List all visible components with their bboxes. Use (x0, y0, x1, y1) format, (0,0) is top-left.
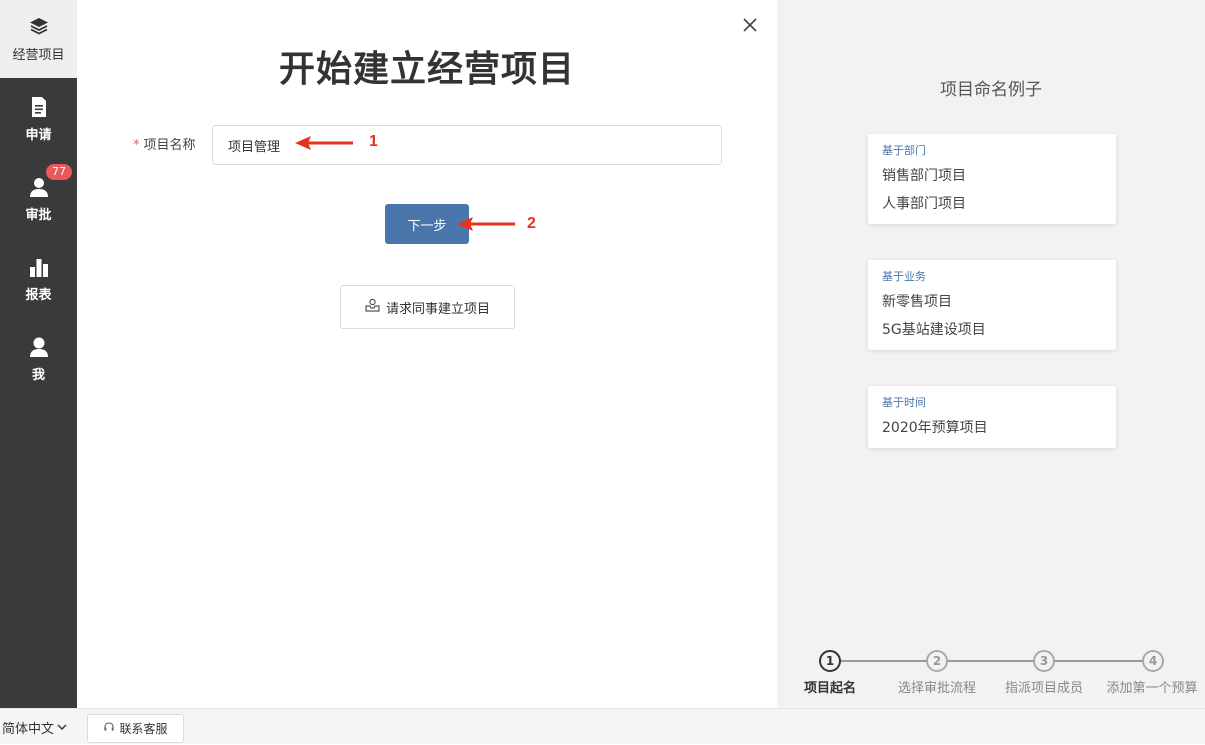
request-colleague-button[interactable]: 请求同事建立项目 (340, 285, 515, 329)
person-icon (0, 336, 77, 358)
examples-title: 项目命名例子 (940, 80, 1042, 100)
annotation-label-1: 1 (369, 133, 378, 150)
contact-support-label: 联系客服 (119, 722, 168, 736)
project-name-label-text: 项目名称 (143, 138, 196, 153)
request-colleague-label: 请求同事建立项目 (385, 301, 490, 317)
sidebar-item-label: 申请 (25, 128, 52, 143)
sidebar-item-approve[interactable]: 77 审批 (0, 164, 77, 242)
progress-steps: 1 2 3 4 项目起名 选择审批流程 指派项目成员 添加第一个预算 (777, 648, 1205, 698)
example-category: 基于业务 (882, 270, 926, 283)
required-mark: * (133, 138, 140, 153)
example-item: 5G基站建设项目 (882, 322, 986, 338)
example-item: 新零售项目 (882, 294, 952, 310)
example-item: 销售部门项目 (882, 168, 966, 184)
example-card-department: 基于部门 销售部门项目 人事部门项目 (868, 134, 1116, 224)
step-2-label: 选择审批流程 (897, 681, 976, 696)
example-category: 基于时间 (882, 396, 926, 409)
layers-icon (0, 16, 77, 36)
page-title: 开始建立经营项目 (278, 49, 575, 90)
step-3-circle: 3 (1033, 650, 1055, 672)
sidebar-item-label: 经营项目 (12, 48, 65, 63)
chevron-down-icon (57, 720, 67, 735)
annotation-arrow-2-icon (457, 217, 515, 231)
sidebar-item-label: 审批 (25, 208, 52, 223)
example-card-time: 基于时间 2020年预算项目 (868, 386, 1116, 448)
language-label: 简体中文 (2, 721, 55, 737)
example-card-business: 基于业务 新零售项目 5G基站建设项目 (868, 260, 1116, 350)
step-4-circle: 4 (1142, 650, 1164, 672)
sidebar-item-label: 报表 (25, 288, 52, 303)
sidebar-item-label: 我 (31, 368, 45, 383)
sidebar-item-apply[interactable]: 申请 (0, 84, 77, 162)
step-1-label: 项目起名 (803, 681, 856, 696)
project-name-label: * 项目名称 (133, 134, 196, 153)
pending-count-badge: 77 (46, 164, 72, 180)
project-setup-form: 开始建立经营项目 *项目名称 1 下一步 2 请求同事建立项目 (77, 0, 777, 708)
footer-bar: 简体中文 联系客服 (0, 708, 1205, 744)
sidebar-item-reports[interactable]: 报表 (0, 244, 77, 322)
contact-support-button[interactable]: 联系客服 (87, 714, 184, 743)
step-2-circle: 2 (926, 650, 948, 672)
headset-icon (103, 721, 115, 736)
example-item: 2020年预算项目 (882, 420, 988, 436)
steps-connector (841, 660, 1153, 662)
naming-examples-panel: 项目命名例子 基于部门 销售部门项目 人事部门项目 基于业务 新零售项目 5G基… (777, 0, 1205, 708)
language-select[interactable]: 简体中文 (0, 709, 77, 745)
bar-chart-icon (0, 256, 77, 278)
example-item: 人事部门项目 (882, 196, 966, 212)
step-3-label: 指派项目成员 (1004, 681, 1083, 696)
inbox-icon (365, 298, 380, 316)
annotation-arrow-1-icon (295, 136, 353, 150)
example-category: 基于部门 (882, 144, 926, 157)
step-4-label: 添加第一个预算 (1106, 681, 1198, 696)
project-name-input[interactable] (212, 125, 722, 165)
sidebar: 经营项目 申请 77 审批 报表 我 (0, 0, 77, 708)
step-1-circle: 1 (819, 650, 841, 672)
sidebar-item-business-projects[interactable]: 经营项目 (0, 0, 77, 78)
close-icon[interactable] (741, 16, 759, 34)
document-icon (0, 96, 77, 118)
sidebar-item-me[interactable]: 我 (0, 324, 77, 402)
annotation-label-2: 2 (527, 215, 536, 232)
